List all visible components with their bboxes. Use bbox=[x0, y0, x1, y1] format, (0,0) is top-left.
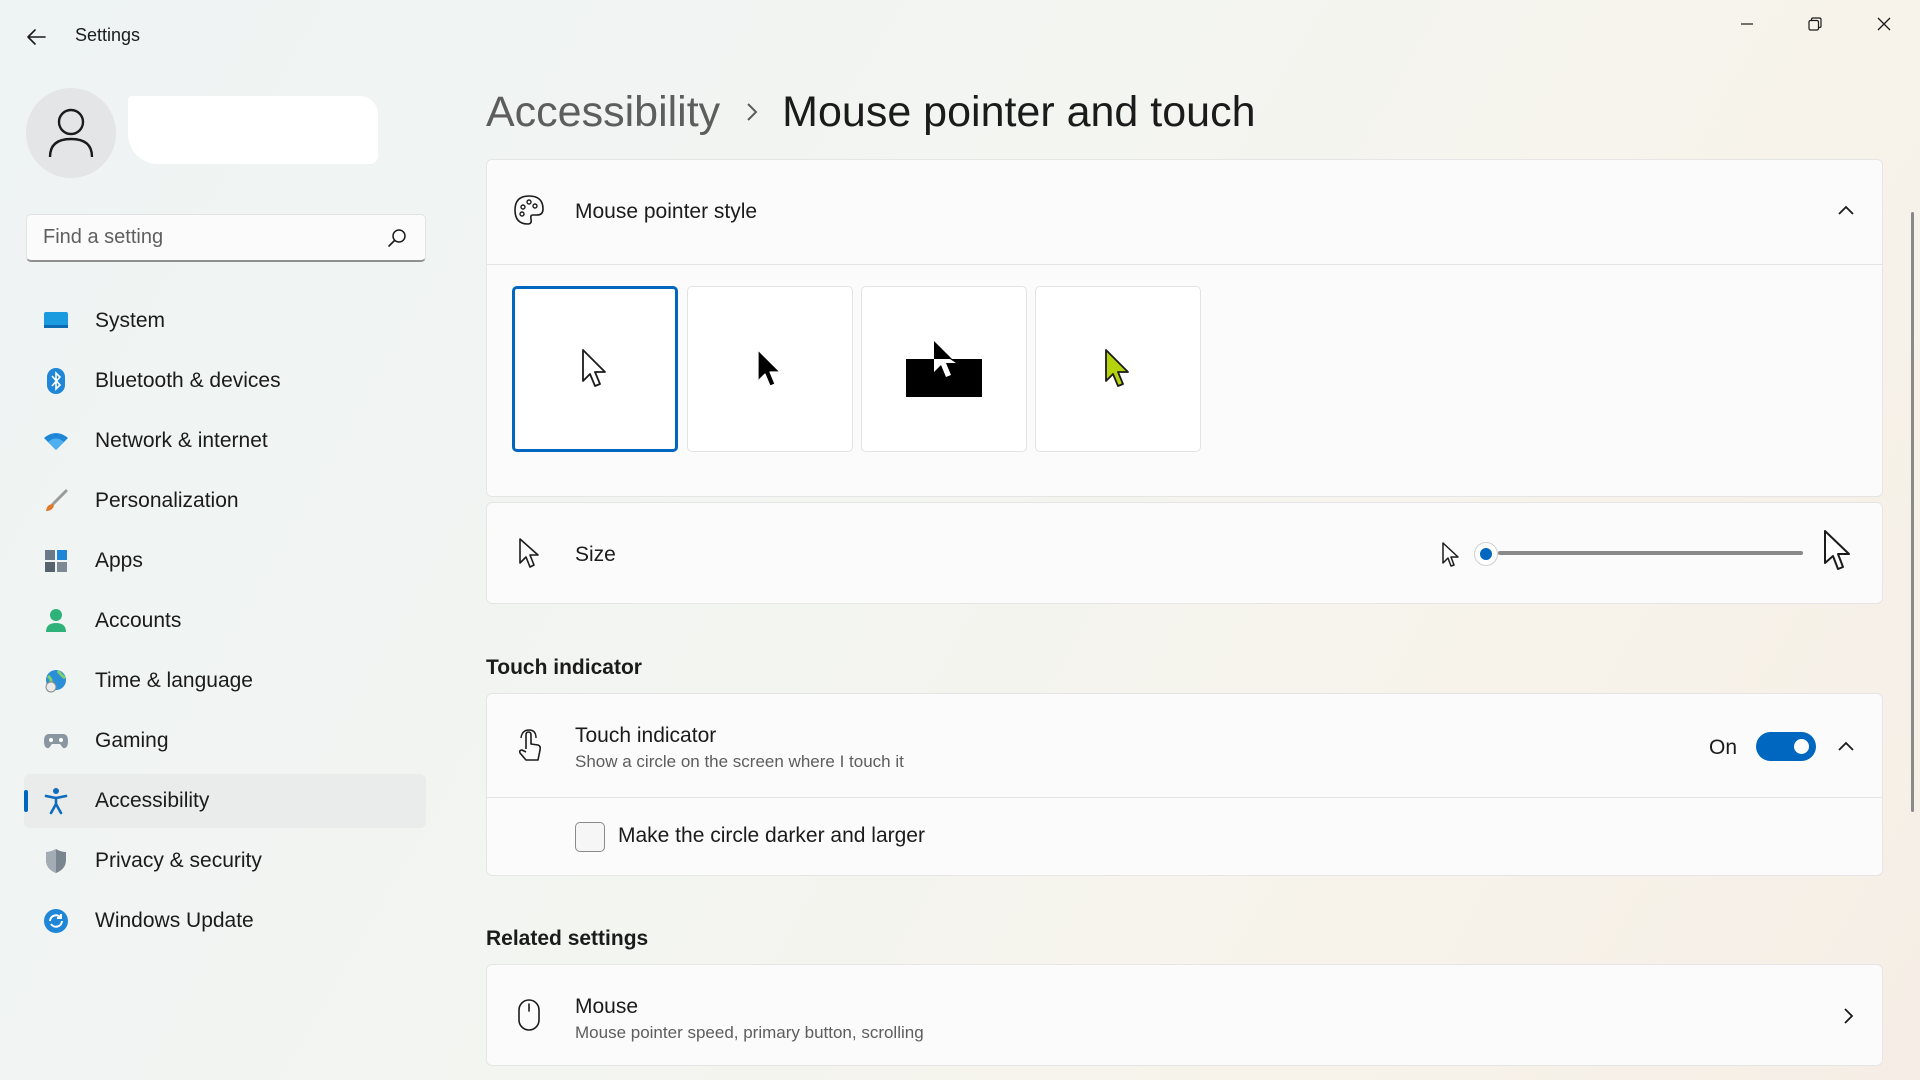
sidebar-item-label: Accessibility bbox=[95, 789, 210, 812]
chevron-up-icon[interactable] bbox=[1837, 204, 1855, 216]
sidebar-item-label: Apps bbox=[95, 549, 143, 572]
sidebar-item-personalization[interactable]: Personalization bbox=[24, 474, 426, 528]
close-icon bbox=[1877, 17, 1891, 31]
touch-hand-icon bbox=[511, 728, 547, 764]
custom-color-pointer-icon bbox=[1105, 349, 1129, 387]
pointer-style-header[interactable]: Mouse pointer style bbox=[487, 160, 1882, 264]
darker-larger-circle-checkbox[interactable] bbox=[575, 822, 605, 852]
sidebar-item-label: Bluetooth & devices bbox=[95, 369, 281, 392]
pointer-style-black-option[interactable] bbox=[687, 286, 853, 452]
related-settings-heading: Related settings bbox=[486, 927, 649, 950]
search-input[interactable] bbox=[43, 226, 385, 249]
toggle-state-label: On bbox=[1709, 736, 1738, 759]
pointer-icon bbox=[511, 535, 547, 571]
chevron-up-icon[interactable] bbox=[1837, 740, 1855, 752]
pointer-style-inverted-option[interactable] bbox=[861, 286, 1027, 452]
size-slider-thumb[interactable] bbox=[1474, 542, 1498, 566]
update-icon bbox=[42, 907, 70, 935]
page-title: Mouse pointer and touch bbox=[782, 87, 1256, 136]
chevron-right-icon bbox=[1844, 1008, 1854, 1024]
breadcrumb-parent-link[interactable]: Accessibility bbox=[486, 88, 720, 137]
globe-clock-icon bbox=[42, 667, 70, 695]
sidebar-item-apps[interactable]: Apps bbox=[24, 534, 426, 588]
touch-indicator-card: Touch indicator Show a circle on the scr… bbox=[486, 693, 1883, 876]
white-pointer-icon bbox=[582, 349, 606, 387]
pointer-style-title: Mouse pointer style bbox=[575, 200, 758, 223]
black-pointer-icon bbox=[757, 349, 781, 387]
small-pointer-icon bbox=[1442, 542, 1459, 567]
divider bbox=[487, 264, 1882, 265]
sidebar-item-privacy-security[interactable]: Privacy & security bbox=[24, 834, 426, 888]
touch-indicator-title: Touch indicator bbox=[575, 724, 717, 747]
shield-icon bbox=[42, 847, 70, 875]
checkbox-label: Make the circle darker and larger bbox=[618, 824, 925, 847]
app-title: Settings bbox=[75, 25, 141, 45]
wifi-icon bbox=[42, 427, 70, 455]
sidebar-item-label: Windows Update bbox=[95, 909, 254, 932]
user-info-redacted bbox=[128, 96, 378, 164]
person-avatar-icon bbox=[48, 108, 94, 158]
size-slider-track[interactable] bbox=[1498, 551, 1803, 555]
sidebar-item-label: Time & language bbox=[95, 669, 253, 692]
sidebar-item-system[interactable]: System bbox=[24, 294, 426, 348]
mouse-icon bbox=[511, 997, 547, 1033]
mouse-title: Mouse bbox=[575, 995, 639, 1018]
sidebar-item-network[interactable]: Network & internet bbox=[24, 414, 426, 468]
restore-button[interactable] bbox=[1781, 0, 1849, 48]
back-button[interactable] bbox=[16, 20, 56, 54]
sidebar-item-bluetooth[interactable]: Bluetooth & devices bbox=[24, 354, 426, 408]
sidebar-item-time-language[interactable]: Time & language bbox=[24, 654, 426, 708]
sidebar-nav: System Bluetooth & devices Network & int… bbox=[24, 294, 426, 954]
sidebar-item-label: Accounts bbox=[95, 609, 182, 632]
title-bar: Settings bbox=[0, 0, 1920, 72]
minimize-button[interactable] bbox=[1713, 0, 1781, 48]
touch-indicator-description: Show a circle on the screen where I touc… bbox=[575, 752, 904, 771]
palette-icon bbox=[511, 192, 547, 228]
scrollbar[interactable] bbox=[1911, 212, 1914, 812]
close-button[interactable] bbox=[1850, 0, 1918, 48]
sidebar-item-accounts[interactable]: Accounts bbox=[24, 594, 426, 648]
system-icon bbox=[42, 307, 70, 335]
avatar[interactable] bbox=[26, 88, 116, 178]
sidebar-item-label: Network & internet bbox=[95, 429, 268, 452]
restore-icon bbox=[1808, 17, 1822, 31]
minimize-icon bbox=[1741, 23, 1753, 25]
sidebar-item-label: Gaming bbox=[95, 729, 169, 752]
brush-icon bbox=[42, 487, 70, 515]
back-arrow-icon bbox=[27, 29, 46, 45]
sidebar-item-label: System bbox=[95, 309, 166, 332]
search-box[interactable] bbox=[26, 214, 426, 262]
bluetooth-icon bbox=[42, 367, 70, 395]
search-icon[interactable] bbox=[385, 226, 409, 250]
pointer-style-custom-option[interactable] bbox=[1035, 286, 1201, 452]
size-title: Size bbox=[575, 543, 616, 566]
person-icon bbox=[42, 607, 70, 635]
touch-indicator-toggle[interactable] bbox=[1756, 732, 1816, 761]
sidebar-item-accessibility[interactable]: Accessibility bbox=[24, 774, 426, 828]
sidebar-item-label: Privacy & security bbox=[95, 849, 262, 872]
accessibility-icon bbox=[42, 787, 70, 815]
chevron-right-icon bbox=[747, 103, 758, 121]
mouse-description: Mouse pointer speed, primary button, scr… bbox=[575, 1023, 924, 1042]
sidebar-item-gaming[interactable]: Gaming bbox=[24, 714, 426, 768]
mouse-settings-link[interactable]: Mouse Mouse pointer speed, primary butto… bbox=[486, 964, 1883, 1066]
pointer-style-white-option[interactable] bbox=[512, 286, 678, 452]
touch-indicator-heading: Touch indicator bbox=[486, 656, 642, 679]
divider bbox=[487, 797, 1882, 798]
breadcrumb: Accessibility Mouse pointer and touch bbox=[486, 86, 1256, 138]
apps-icon bbox=[42, 547, 70, 575]
sidebar-item-label: Personalization bbox=[95, 489, 239, 512]
inverted-pointer-icon bbox=[906, 341, 982, 397]
sidebar-item-windows-update[interactable]: Windows Update bbox=[24, 894, 426, 948]
large-pointer-icon bbox=[1824, 530, 1850, 570]
gamepad-icon bbox=[42, 727, 70, 755]
